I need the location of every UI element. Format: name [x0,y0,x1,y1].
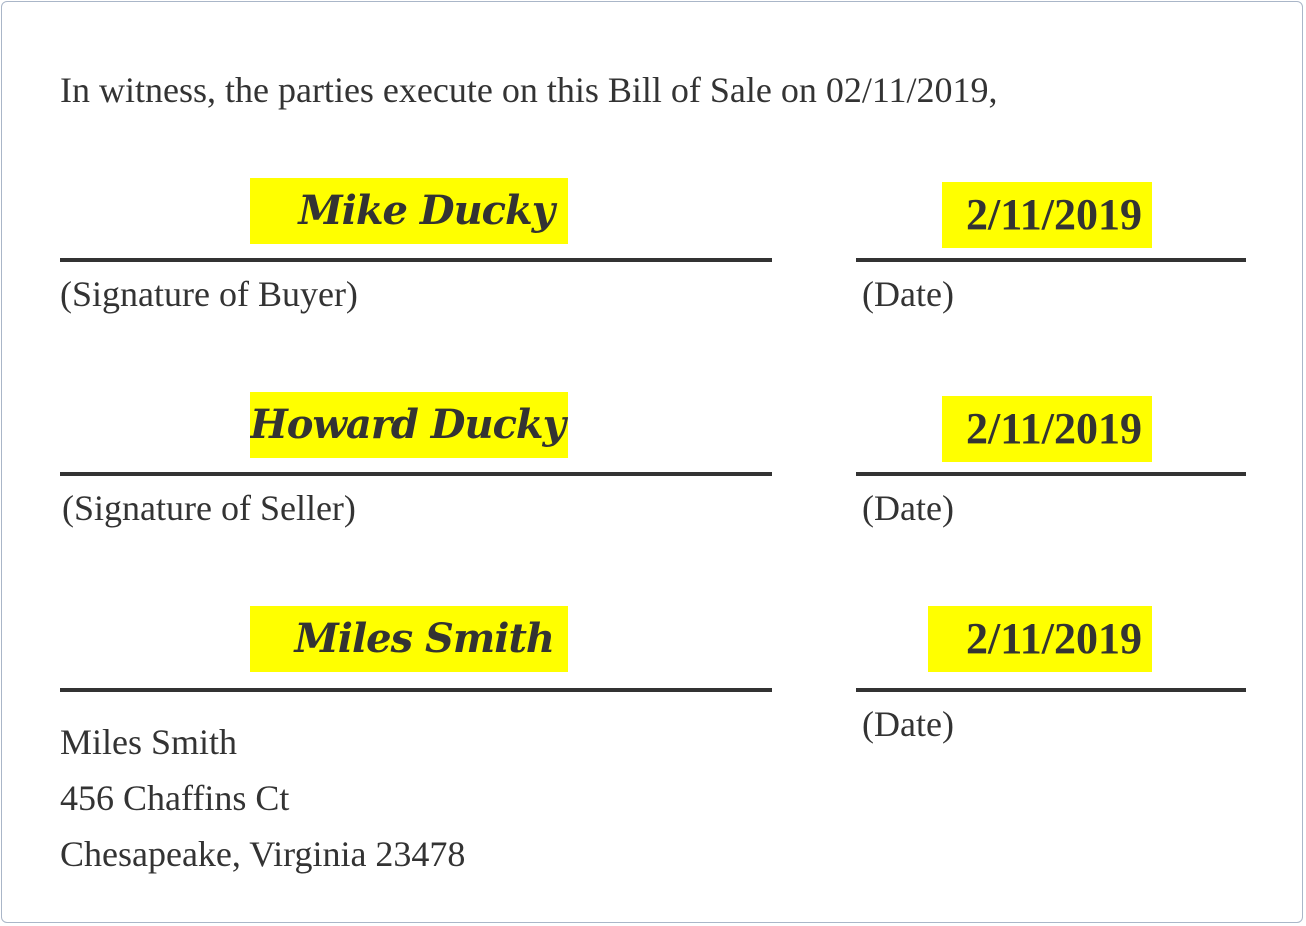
witness-street: 456 Chaffins Ct [60,778,290,818]
witness-signature-line [60,688,772,692]
witness-name: Miles Smith [60,722,238,762]
seller-date-line [856,472,1246,476]
seller-date[interactable]: 2/11/2019 [942,396,1152,462]
witness-date[interactable]: 2/11/2019 [928,606,1152,672]
buyer-date-line [856,258,1246,262]
witness-city-state-zip: Chesapeake, Virginia 23478 [60,834,466,874]
witness-signature[interactable]: Miles Smith [250,606,568,672]
intro-text: In witness, the parties execute on this … [60,70,998,110]
seller-date-label: (Date) [862,488,954,528]
buyer-signature-line [60,258,772,262]
witness-date-line [856,688,1246,692]
buyer-signature[interactable]: Mike Ducky [250,178,568,244]
seller-signature[interactable]: Howard Ducky [250,392,568,458]
witness-date-label: (Date) [862,704,954,744]
seller-signature-label: (Signature of Seller) [62,488,356,528]
buyer-date-label: (Date) [862,274,954,314]
buyer-date[interactable]: 2/11/2019 [942,182,1152,248]
buyer-signature-label: (Signature of Buyer) [60,274,358,314]
seller-signature-line [60,472,772,476]
